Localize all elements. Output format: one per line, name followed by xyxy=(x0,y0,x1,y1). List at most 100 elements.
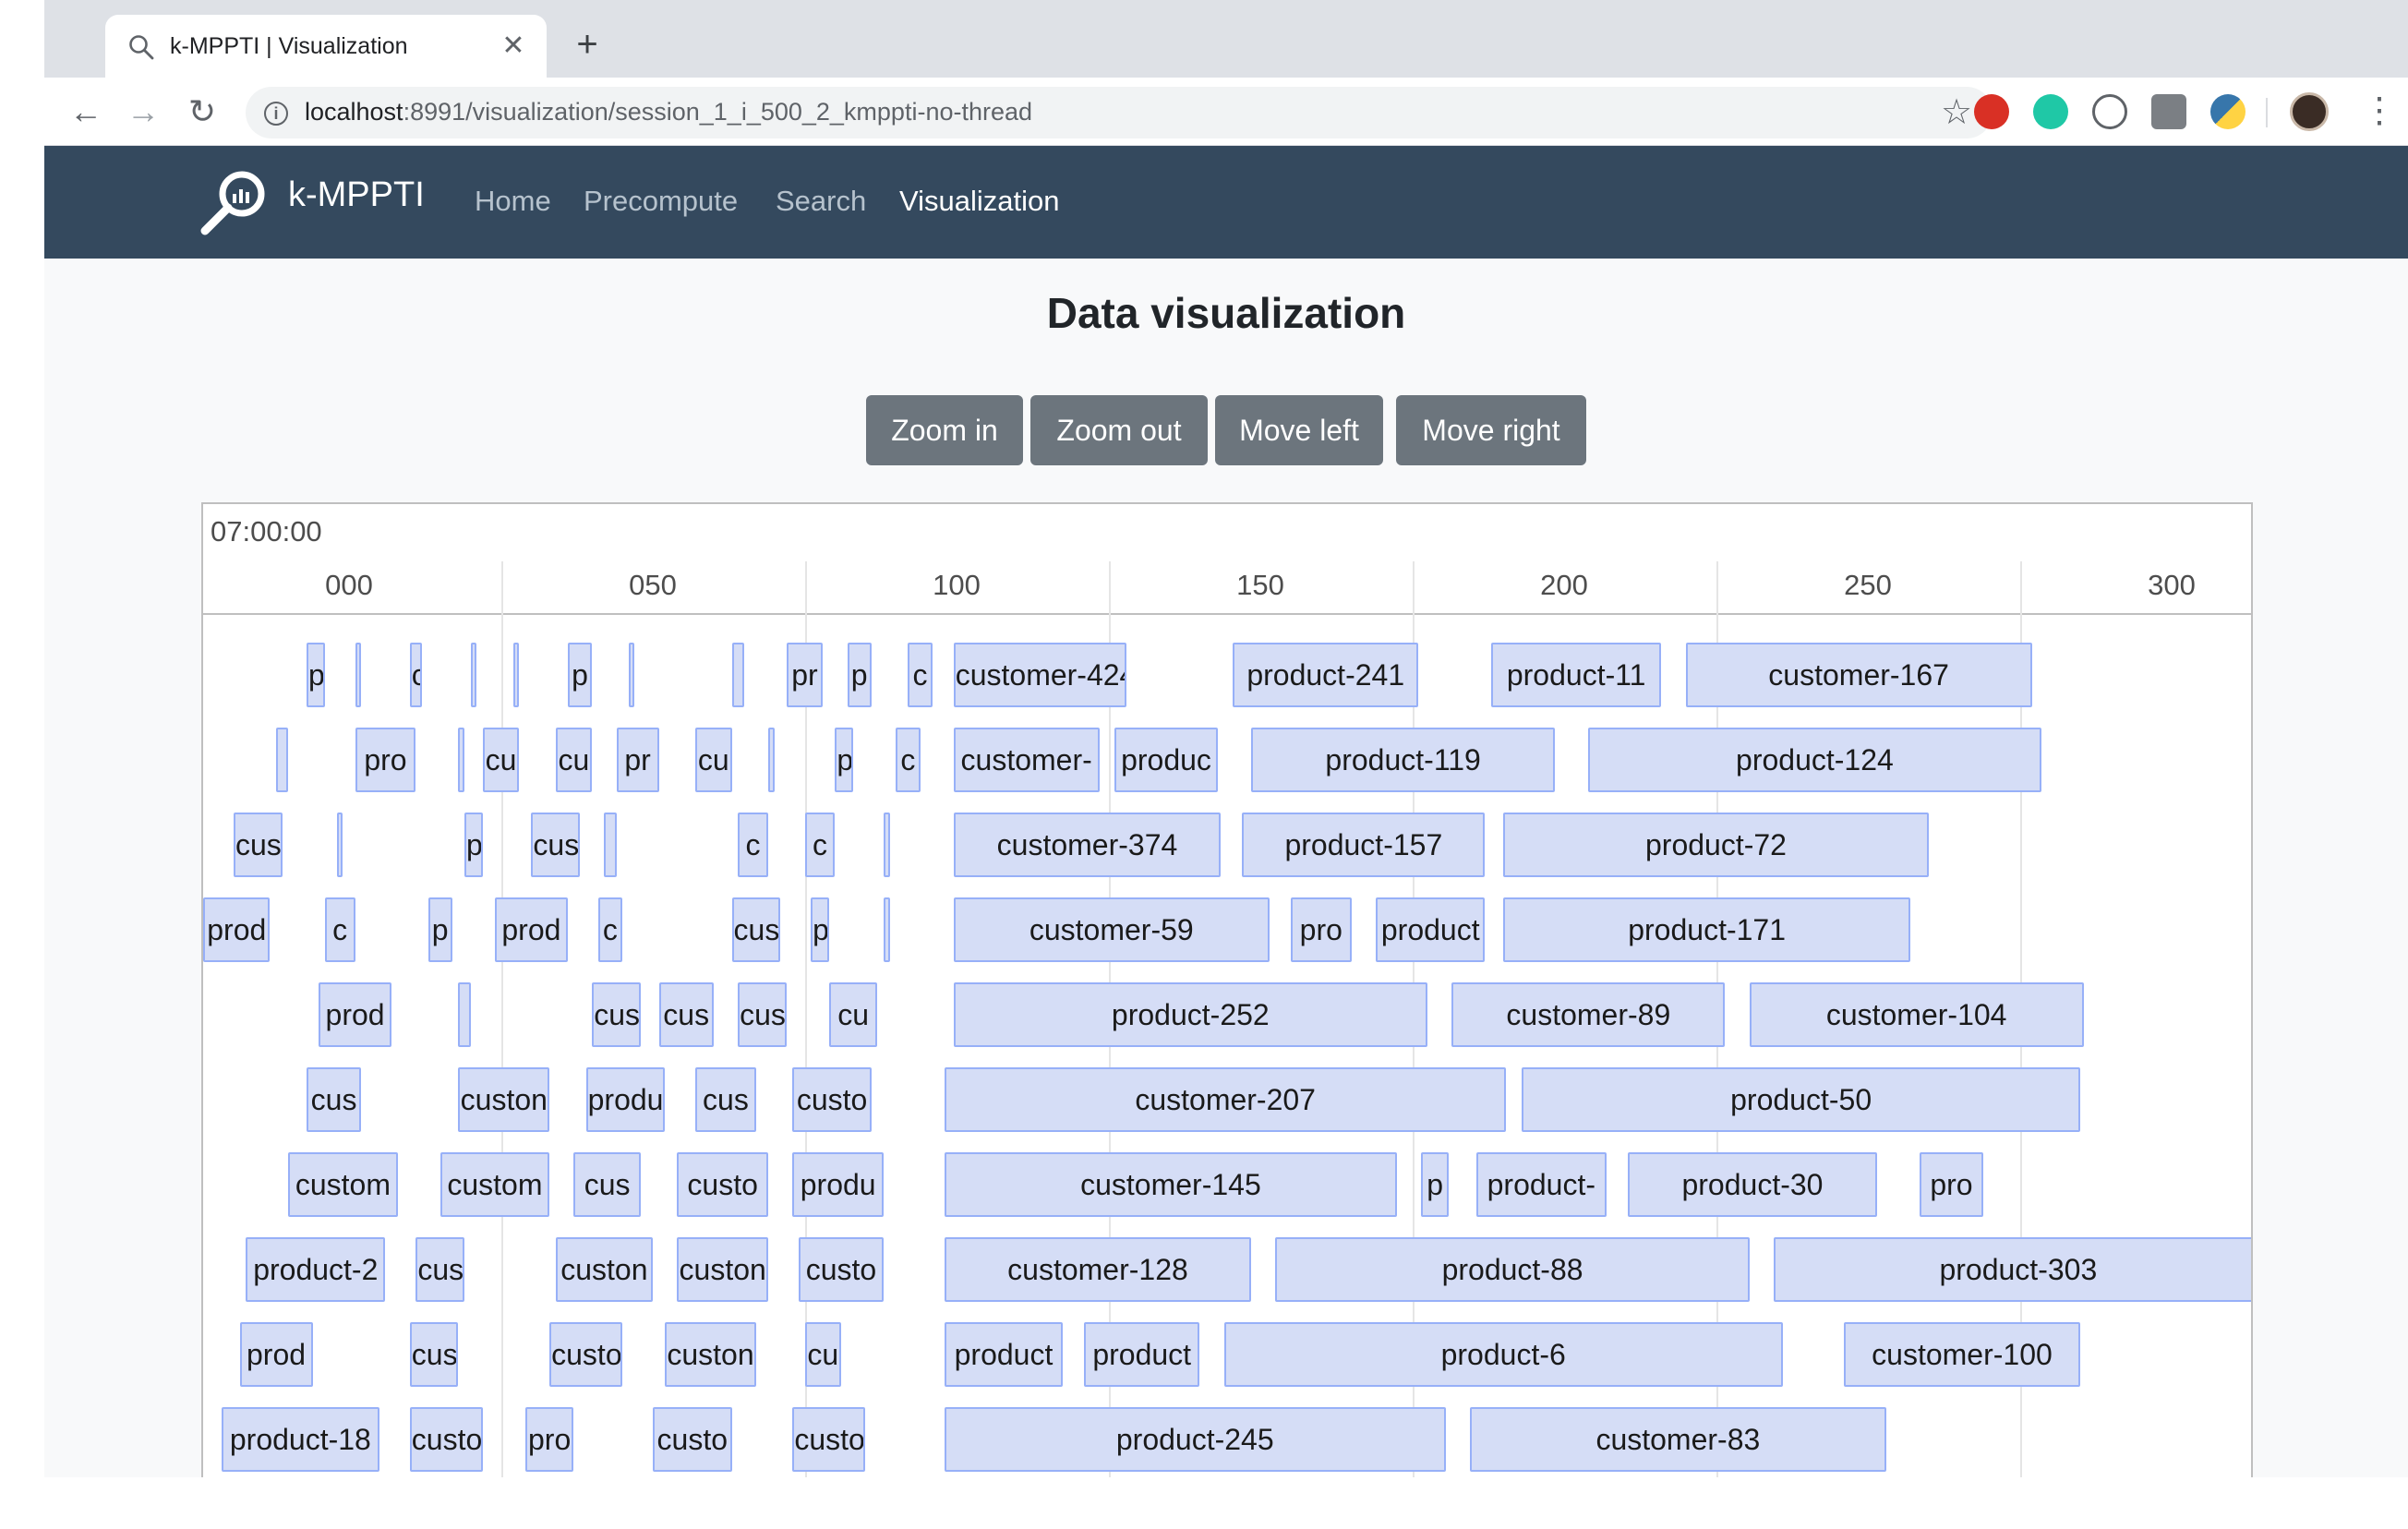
new-tab-button[interactable]: + xyxy=(567,24,608,65)
timeline-item[interactable]: custo xyxy=(792,1067,872,1132)
zoom-in-button[interactable]: Zoom in xyxy=(866,395,1023,465)
timeline-item[interactable]: c xyxy=(324,897,355,962)
timeline-item[interactable]: produ xyxy=(792,1152,885,1217)
timeline-item[interactable]: produ xyxy=(585,1067,666,1132)
timeline-item[interactable] xyxy=(512,643,520,707)
timeline-item[interactable]: p xyxy=(847,643,872,707)
bookmark-star-icon[interactable]: ☆ xyxy=(1941,92,1972,133)
timeline-item[interactable]: custon xyxy=(458,1067,550,1132)
timeline-item[interactable]: custon xyxy=(677,1237,768,1302)
timeline-item[interactable]: prod xyxy=(239,1322,313,1387)
timeline-item[interactable]: p xyxy=(427,897,452,962)
timeline-item[interactable]: pr xyxy=(616,728,659,792)
timeline-item[interactable]: product-124 xyxy=(1588,728,2041,792)
timeline-item[interactable]: product-157 xyxy=(1242,813,1486,877)
timeline-item[interactable]: custo xyxy=(677,1152,768,1217)
profile-avatar[interactable] xyxy=(2290,92,2329,131)
timeline-item[interactable]: product-6 xyxy=(1223,1322,1783,1387)
timeline-item[interactable]: product-50 xyxy=(1521,1067,2081,1132)
nav-link-search[interactable]: Search xyxy=(776,185,866,218)
timeline-item[interactable]: prod xyxy=(319,982,392,1047)
timeline-item[interactable]: customer-374 xyxy=(953,813,1222,877)
timeline-item[interactable]: cu xyxy=(555,728,593,792)
timeline-item[interactable]: cus xyxy=(738,982,787,1047)
timeline-item[interactable]: cu xyxy=(828,982,878,1047)
timeline-item[interactable]: product-2 xyxy=(246,1237,386,1302)
timeline-item[interactable]: pro xyxy=(524,1407,574,1472)
timeline-item[interactable]: c xyxy=(597,897,623,962)
timeline-item[interactable]: product-72 xyxy=(1503,813,1929,877)
timeline-item[interactable] xyxy=(336,813,343,877)
timeline-item[interactable] xyxy=(884,897,890,962)
info-icon[interactable]: i xyxy=(264,102,288,126)
address-bar[interactable]: i localhost:8991/visualization/session_1… xyxy=(246,87,1993,138)
timeline-item[interactable]: cus xyxy=(409,1322,459,1387)
timeline-item[interactable]: c xyxy=(908,643,933,707)
timeline-item[interactable]: product-119 xyxy=(1251,728,1556,792)
timeline-item[interactable] xyxy=(628,643,635,707)
extension-icon[interactable] xyxy=(2033,94,2068,129)
timeline-item[interactable] xyxy=(276,728,289,792)
timeline-item[interactable]: cus xyxy=(695,1067,756,1132)
timeline-item[interactable]: custom xyxy=(439,1152,550,1217)
url-text[interactable]: localhost:8991/visualization/session_1_i… xyxy=(305,98,1032,126)
timeline-item[interactable]: p xyxy=(567,643,593,707)
timeline-item[interactable]: c xyxy=(804,813,836,877)
timeline-item[interactable]: p xyxy=(464,813,483,877)
forward-button[interactable]: → xyxy=(122,90,164,133)
timeline-item[interactable] xyxy=(731,643,744,707)
timeline-item[interactable]: product- xyxy=(1475,1152,1607,1217)
timeline-item[interactable]: customer-100 xyxy=(1843,1322,2081,1387)
timeline-item[interactable]: prod xyxy=(494,897,568,962)
timeline-item[interactable]: p xyxy=(306,643,325,707)
timeline-item[interactable]: cus xyxy=(306,1067,362,1132)
timeline-item[interactable]: product xyxy=(1376,897,1486,962)
nav-link-visualization[interactable]: Visualization xyxy=(899,185,1059,218)
timeline-item[interactable]: p xyxy=(835,728,854,792)
timeline-item[interactable] xyxy=(604,813,617,877)
move-left-button[interactable]: Move left xyxy=(1215,395,1383,465)
timeline-item[interactable]: customer-83 xyxy=(1470,1407,1886,1472)
timeline-item[interactable]: customer-89 xyxy=(1451,982,1726,1047)
timeline-item[interactable]: product xyxy=(944,1322,1064,1387)
timeline-item[interactable]: c xyxy=(409,643,422,707)
timeline-item[interactable]: custon xyxy=(555,1237,653,1302)
browser-tab[interactable]: k-MPPTI | Visualization ✕ xyxy=(105,15,547,78)
timeline-item[interactable]: product xyxy=(1084,1322,1200,1387)
magnifier-logo-icon[interactable] xyxy=(199,166,270,238)
timeline-item[interactable]: customer-128 xyxy=(944,1237,1252,1302)
timeline-item[interactable]: customer- xyxy=(953,728,1100,792)
timeline-item[interactable] xyxy=(458,982,471,1047)
timeline-item[interactable]: custo xyxy=(549,1322,623,1387)
timeline-item[interactable]: product-30 xyxy=(1628,1152,1877,1217)
timeline-item[interactable]: product-18 xyxy=(221,1407,379,1472)
timeline-item[interactable]: product-11 xyxy=(1491,643,1662,707)
browser-menu-icon[interactable]: ⋮ xyxy=(2362,89,2397,133)
timeline-item[interactable] xyxy=(768,728,775,792)
timeline-item[interactable] xyxy=(884,813,890,877)
timeline-item[interactable]: cus xyxy=(731,897,781,962)
timeline-item[interactable]: cu xyxy=(804,1322,841,1387)
timeline-item[interactable]: product-88 xyxy=(1275,1237,1750,1302)
timeline-item[interactable]: cus xyxy=(415,1237,464,1302)
extension-icon[interactable] xyxy=(2092,94,2127,129)
reload-button[interactable]: ↻ xyxy=(181,90,223,133)
timeline-item[interactable]: pro xyxy=(1919,1152,1983,1217)
timeline-item[interactable]: c xyxy=(738,813,768,877)
brand-name[interactable]: k-MPPTI xyxy=(288,175,425,215)
timeline-item[interactable]: custo xyxy=(409,1407,483,1472)
timeline-item[interactable]: produc xyxy=(1114,728,1218,792)
timeline-item[interactable]: pro xyxy=(1290,897,1352,962)
timeline-item[interactable]: custo xyxy=(653,1407,732,1472)
timeline-item[interactable]: p xyxy=(1421,1152,1449,1217)
python-extension-icon[interactable] xyxy=(2210,94,2245,129)
close-tab-icon[interactable]: ✕ xyxy=(497,30,530,63)
timeline-item[interactable]: pr xyxy=(786,643,824,707)
back-button[interactable]: ← xyxy=(65,90,107,133)
timeline-item[interactable]: customer-59 xyxy=(953,897,1270,962)
timeline-item[interactable]: product-241 xyxy=(1233,643,1419,707)
timeline-item[interactable]: cus xyxy=(658,982,714,1047)
timeline-panel[interactable]: 07:00:00 000050100150200250300 pcpprpccu… xyxy=(201,502,2253,1477)
timeline-item[interactable]: customer-104 xyxy=(1749,982,2084,1047)
timeline-item[interactable]: custo xyxy=(792,1407,866,1472)
